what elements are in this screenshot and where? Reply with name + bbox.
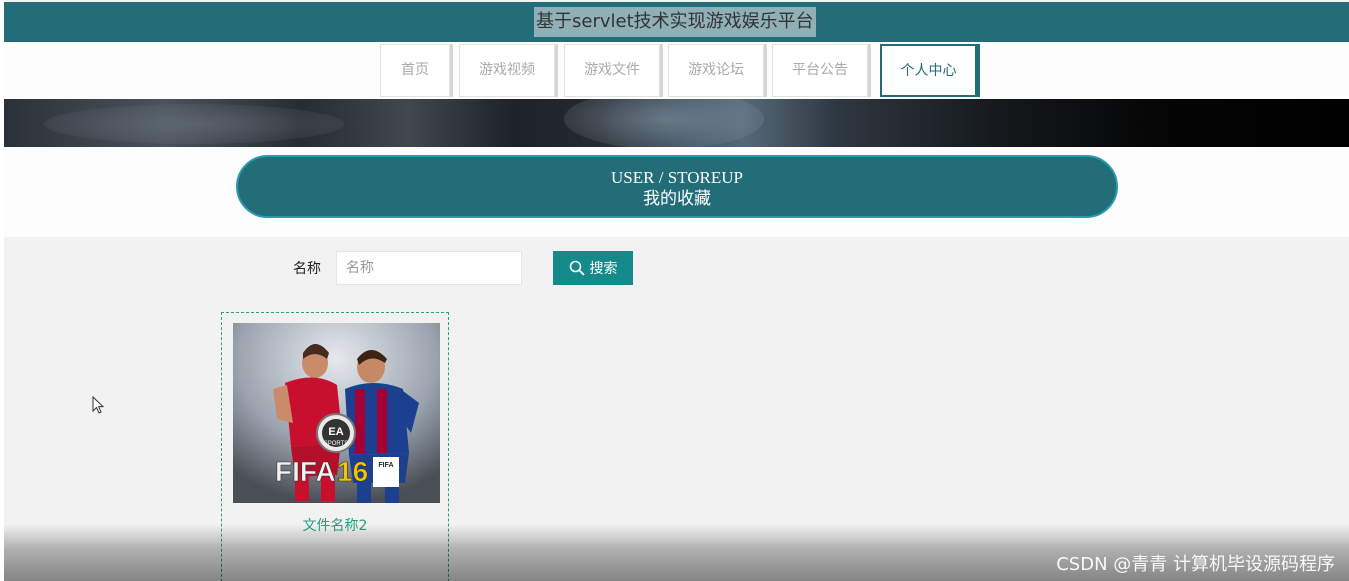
svg-text:SPORTS: SPORTS bbox=[324, 441, 349, 447]
favorite-card-title[interactable]: 文件名称2 bbox=[222, 515, 448, 535]
svg-text:FIFA: FIFA bbox=[275, 456, 336, 487]
hero-banner bbox=[4, 99, 1349, 147]
banner-highlight bbox=[564, 99, 764, 147]
search-button-label: 搜索 bbox=[589, 261, 618, 277]
svg-text:16: 16 bbox=[337, 456, 368, 487]
nav-item-home[interactable]: 首页 bbox=[380, 44, 450, 97]
fifa-cover-art: EA SPORTS FIFA 16 FIFA bbox=[233, 323, 440, 503]
nav-item-announcements[interactable]: 平台公告 bbox=[772, 44, 868, 97]
nav-item-game-forum[interactable]: 游戏论坛 bbox=[668, 44, 764, 97]
site-title: 基于servlet技术实现游戏娱乐平台 bbox=[534, 7, 816, 37]
section-header-band: USER / STOREUP 我的收藏 bbox=[4, 147, 1349, 237]
watermark-text: CSDN @青青 计算机毕设源码程序 bbox=[1056, 554, 1335, 575]
search-button[interactable]: 搜索 bbox=[553, 251, 633, 285]
favorite-card[interactable]: EA SPORTS FIFA 16 FIFA 文件名称2 bbox=[221, 312, 449, 581]
search-name-label: 名称 bbox=[293, 261, 321, 277]
nav-item-game-files[interactable]: 游戏文件 bbox=[564, 44, 660, 97]
mouse-cursor-icon bbox=[92, 396, 104, 414]
main-nav: 首页 游戏视频 游戏文件 游戏论坛 平台公告 个人中心 bbox=[4, 42, 1349, 99]
section-title-cn: 我的收藏 bbox=[643, 189, 711, 209]
favorite-card-image[interactable]: EA SPORTS FIFA 16 FIFA bbox=[233, 323, 440, 503]
section-title-pill: USER / STOREUP 我的收藏 bbox=[236, 155, 1118, 218]
svg-text:EA: EA bbox=[328, 426, 343, 438]
nav-item-personal-center[interactable]: 个人中心 bbox=[880, 44, 977, 97]
search-icon bbox=[569, 260, 584, 276]
page-frame: 基于servlet技术实现游戏娱乐平台 首页 游戏视频 游戏文件 游戏论坛 平台… bbox=[4, 0, 1349, 581]
search-name-input[interactable] bbox=[336, 251, 522, 285]
nav-item-game-videos[interactable]: 游戏视频 bbox=[459, 44, 555, 97]
section-title-en: USER / STOREUP bbox=[611, 168, 743, 187]
banner-texture bbox=[44, 104, 344, 144]
svg-text:FIFA: FIFA bbox=[378, 462, 393, 469]
top-header: 基于servlet技术实现游戏娱乐平台 bbox=[4, 2, 1349, 42]
